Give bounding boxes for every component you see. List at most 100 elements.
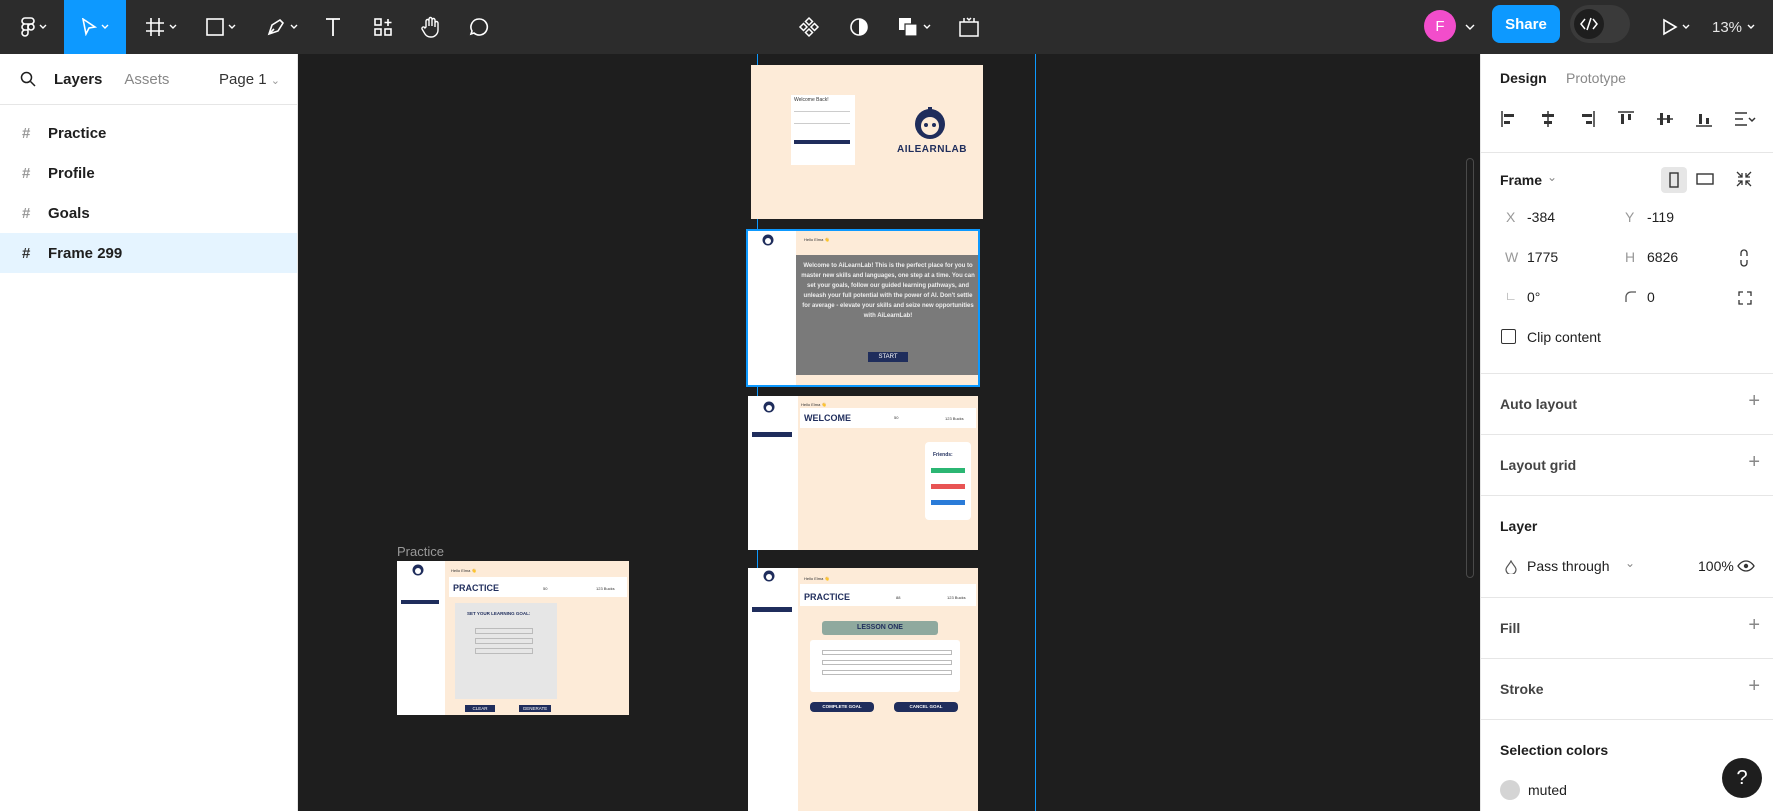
rotation-icon: ∟ — [1505, 289, 1517, 303]
share-button[interactable]: Share — [1492, 5, 1560, 43]
login-frame[interactable]: Welcome Back! AILEARNLAB — [751, 65, 983, 219]
dev-mode-knob — [1574, 9, 1604, 39]
generate-button: GENERATE — [519, 705, 551, 712]
cursor-icon — [81, 18, 97, 36]
page-heading: WELCOME — [804, 413, 851, 423]
zoom-menu[interactable]: 13% — [1712, 0, 1755, 54]
canvas-scrollbar[interactable] — [1466, 158, 1474, 578]
help-button[interactable]: ? — [1722, 758, 1762, 798]
search-icon[interactable] — [20, 71, 36, 87]
align-top-icon[interactable] — [1617, 110, 1635, 128]
practice-frame[interactable]: Hello Elma 👋 PRACTICE 50 123 Bucks SET Y… — [397, 561, 629, 715]
chevron-down-icon — [923, 24, 931, 29]
comment-tool-button[interactable] — [464, 0, 494, 54]
boolean-button[interactable] — [890, 0, 938, 54]
resources-button[interactable] — [368, 0, 398, 54]
contrast-button[interactable] — [844, 0, 874, 54]
layers-tab[interactable]: Layers — [54, 71, 102, 88]
main-menu-button[interactable] — [14, 0, 54, 54]
assets-tab[interactable]: Assets — [124, 71, 169, 88]
frame-hash-icon: # — [22, 204, 31, 222]
profile-frame[interactable]: Hello Elma 👋 WELCOME 50 123 Bucks Friend… — [748, 396, 978, 550]
login-button — [794, 140, 850, 144]
layout-grid-title: Layout grid — [1500, 457, 1577, 473]
align-center-horizontal-icon[interactable] — [1539, 110, 1557, 128]
resize-to-fit-icon[interactable] — [1736, 171, 1752, 187]
align-center-vertical-icon[interactable] — [1656, 110, 1674, 128]
frame-tool-button[interactable] — [140, 0, 182, 54]
avatar-menu-button[interactable] — [1460, 0, 1480, 54]
design-tab[interactable]: Design — [1500, 70, 1547, 86]
pen-tool-button[interactable] — [260, 0, 304, 54]
radius-input[interactable]: 0 — [1647, 289, 1655, 305]
color-name[interactable]: muted — [1528, 782, 1567, 798]
align-left-icon[interactable] — [1500, 110, 1518, 128]
chevron-down-icon — [228, 24, 236, 29]
crop-button[interactable] — [954, 0, 984, 54]
robot-logo-icon — [915, 107, 945, 139]
intro-frame[interactable]: Hello Elma 👋 Welcome to AiLearnLab! This… — [748, 231, 978, 385]
frame-label[interactable]: Frame — [1500, 172, 1542, 188]
practice-frame-label[interactable]: Practice — [397, 544, 444, 559]
constrain-proportions-icon[interactable] — [1739, 249, 1749, 267]
text-tool-button[interactable] — [318, 0, 348, 54]
clip-content-checkbox[interactable] — [1501, 329, 1516, 344]
sidebar — [748, 396, 798, 550]
dev-mode-toggle[interactable] — [1570, 5, 1630, 43]
complete-goal-button: COMPLETE GOAL — [810, 702, 874, 712]
layer-label: Goals — [48, 204, 90, 222]
crop-frame-icon — [959, 17, 979, 37]
layer-item-frame-299[interactable]: # Frame 299 — [0, 233, 297, 273]
add-layout-grid-icon[interactable]: + — [1748, 451, 1760, 474]
y-input[interactable]: -119 — [1647, 209, 1674, 225]
add-auto-layout-icon[interactable]: + — [1748, 390, 1760, 413]
align-right-icon[interactable] — [1578, 110, 1596, 128]
lesson-title: LESSON ONE — [822, 621, 938, 635]
independent-corners-icon[interactable] — [1738, 291, 1752, 305]
lesson-frame[interactable]: Hello Elma 👋 PRACTICE 88 123 Bucks LESSO… — [748, 568, 978, 811]
opacity-input[interactable]: 100% — [1698, 558, 1734, 574]
layer-item-goals[interactable]: # Goals — [0, 193, 297, 233]
chevron-down-icon — [169, 24, 177, 29]
layer-item-practice[interactable]: # Practice — [0, 113, 297, 153]
page-selector[interactable]: Page 1 ⌄ — [219, 71, 280, 88]
layer-label: Profile — [48, 164, 95, 182]
portrait-button[interactable] — [1661, 167, 1687, 193]
hand-tool-button[interactable] — [416, 0, 446, 54]
user-avatar[interactable]: F — [1424, 10, 1456, 42]
distribute-icon[interactable] — [1734, 110, 1756, 128]
hello-text: Hello Elma 👋 — [804, 237, 830, 242]
x-input[interactable]: -384 — [1527, 209, 1555, 225]
chevron-down-icon — [101, 24, 109, 29]
create-component-button[interactable] — [794, 0, 824, 54]
blend-mode-select[interactable]: Pass through — [1527, 558, 1610, 574]
present-button[interactable] — [1654, 0, 1698, 54]
login-title: Welcome Back! — [794, 97, 829, 103]
color-swatch[interactable] — [1500, 780, 1520, 800]
design-canvas[interactable]: Welcome Back! AILEARNLAB Hello Elma 👋 We… — [298, 54, 1480, 811]
landscape-icon[interactable] — [1696, 173, 1714, 185]
eye-icon[interactable] — [1737, 560, 1755, 572]
move-tool-button[interactable] — [64, 0, 126, 54]
shape-tool-button[interactable] — [200, 0, 242, 54]
figma-logo-icon — [21, 17, 35, 37]
align-bottom-icon[interactable] — [1695, 110, 1713, 128]
prototype-tab[interactable]: Prototype — [1566, 70, 1626, 86]
add-fill-icon[interactable]: + — [1748, 614, 1760, 637]
chevron-down-icon — [39, 24, 47, 29]
auto-layout-section: Auto layout + — [1481, 374, 1773, 435]
layer-item-profile[interactable]: # Profile — [0, 153, 297, 193]
chevron-down-icon[interactable]: ⌄ — [1547, 170, 1557, 184]
rotation-input[interactable]: 0° — [1527, 289, 1540, 305]
add-stroke-icon[interactable]: + — [1748, 675, 1760, 698]
login-card: Welcome Back! — [791, 95, 855, 165]
chevron-down-icon[interactable]: ⌄ — [1625, 556, 1635, 570]
w-input[interactable]: 1775 — [1527, 249, 1558, 265]
page-heading: PRACTICE — [453, 583, 500, 593]
bucks-value: 123 Bucks — [945, 416, 964, 421]
frame-hash-icon: # — [22, 124, 31, 142]
score-value: 50 — [894, 415, 899, 420]
h-input[interactable]: 6826 — [1647, 249, 1678, 265]
frame-hash-icon: # — [22, 244, 31, 262]
w-label: W — [1505, 249, 1519, 265]
